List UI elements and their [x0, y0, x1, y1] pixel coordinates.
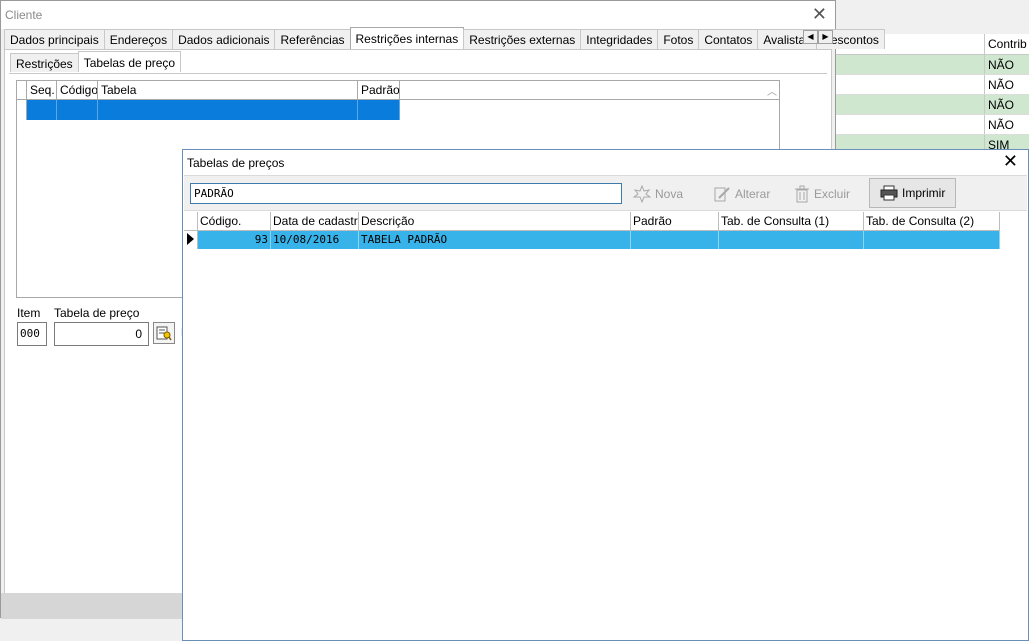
table-row[interactable]: 93 10/08/2016 TABELA PADRÃO [184, 231, 1000, 249]
printer-icon [880, 185, 898, 201]
grid-header: Seq. Código Tabela Padrão [17, 81, 779, 100]
lookup-button[interactable] [153, 322, 175, 344]
tab-fotos[interactable]: Fotos [657, 29, 700, 49]
cell-data-cadastro: 10/08/2016 [271, 231, 359, 249]
tabelas-precos-grid: Código. Data de cadastro Descrição Padrã… [184, 212, 1000, 249]
scroll-up-icon[interactable]: ︿ [767, 83, 777, 98]
cliente-tabs: Dados principais Endereços Dados adicion… [4, 27, 885, 49]
contrib-value: NÃO [984, 95, 1029, 114]
cliente-title: Cliente [5, 8, 43, 22]
table-row[interactable] [17, 100, 779, 120]
tabela-preco-label: Tabela de preço [54, 306, 140, 320]
tabela-preco-field[interactable]: 0 [54, 322, 149, 346]
row-indicator-icon [184, 231, 198, 249]
col-codigo[interactable]: Código. [198, 212, 271, 230]
contrib-value: NÃO [984, 55, 1029, 74]
tab-dados-principais[interactable]: Dados principais [4, 29, 105, 49]
col-tab-consulta-1[interactable]: Tab. de Consulta (1) [719, 212, 864, 230]
close-icon[interactable]: ✕ [812, 4, 827, 25]
search-input[interactable]: PADRÃO [190, 183, 622, 204]
nova-button[interactable]: Nova [633, 182, 683, 206]
tab-dados-adicionais[interactable]: Dados adicionais [172, 29, 276, 49]
dialog-titlebar: Tabelas de preços ✕ [183, 150, 1028, 175]
col-codigo[interactable]: Código [57, 81, 98, 99]
cell-descricao: TABELA PADRÃO [359, 231, 631, 249]
tab-referencias[interactable]: Referências [274, 29, 351, 49]
cell-padrao [631, 231, 719, 249]
excluir-label: Excluir [814, 187, 851, 201]
trash-icon [795, 185, 809, 203]
imprimir-label: Imprimir [902, 186, 946, 200]
grid-header: Código. Data de cadastro Descrição Padrã… [184, 212, 1000, 231]
arrow-right-icon[interactable]: ▶ [818, 30, 833, 44]
background-grid: nal? Contrib NÃO NÃO NÃO NÃO SIM [836, 34, 1029, 155]
background-col2-header[interactable]: Contrib [984, 34, 1029, 54]
background-row[interactable]: NÃO [836, 95, 1029, 115]
contrib-value: NÃO [984, 75, 1029, 94]
cliente-titlebar: Cliente ✕ [1, 1, 835, 29]
tab-enderecos[interactable]: Endereços [103, 29, 174, 49]
background-row[interactable]: NÃO [836, 55, 1029, 75]
background-row[interactable]: NÃO [836, 75, 1029, 95]
edit-icon [714, 187, 730, 202]
tab-restricoes-internas[interactable]: Restrições internas [349, 27, 465, 49]
arrow-left-icon[interactable]: ◀ [803, 30, 818, 44]
tab-integridades[interactable]: Integridades [580, 29, 659, 49]
col-tabela[interactable]: Tabela [98, 81, 358, 99]
subtab-restricoes[interactable]: Restrições [10, 53, 79, 72]
col-data-cadastro[interactable]: Data de cadastro [271, 212, 359, 230]
tabelas-precos-dialog: Tabelas de preços ✕ PADRÃO Nova Alterar [182, 149, 1029, 641]
dialog-toolbar: PADRÃO Nova Alterar Excluir Imprimir [184, 175, 1027, 211]
cell-tab-consulta-2 [864, 231, 1000, 249]
col-descricao[interactable]: Descrição [359, 212, 631, 230]
dialog-title: Tabelas de preços [187, 156, 285, 170]
close-icon[interactable]: ✕ [1003, 151, 1018, 172]
imprimir-button[interactable]: Imprimir [869, 178, 957, 208]
subtabs: Restrições Tabelas de preço [10, 51, 182, 73]
col-tab-consulta-2[interactable]: Tab. de Consulta (2) [864, 212, 1000, 230]
item-field[interactable]: 000 [17, 322, 47, 346]
tab-restricoes-externas[interactable]: Restrições externas [463, 29, 582, 49]
col-padrao[interactable]: Padrão [631, 212, 719, 230]
alterar-label: Alterar [735, 187, 771, 201]
tab-contatos[interactable]: Contatos [698, 29, 759, 49]
excluir-button[interactable]: Excluir [794, 182, 850, 206]
nova-label: Nova [655, 187, 684, 201]
alterar-button[interactable]: Alterar [713, 182, 770, 206]
subtab-tabelas-de-preco[interactable]: Tabelas de preço [77, 51, 182, 72]
new-icon [633, 185, 651, 203]
cell-codigo: 93 [198, 231, 271, 249]
col-padrao[interactable]: Padrão [358, 81, 400, 99]
lookup-icon [156, 326, 172, 341]
tab-scroll-arrows: ◀ ▶ [803, 30, 833, 44]
background-row[interactable]: NÃO [836, 115, 1029, 135]
col-seq[interactable]: Seq. [27, 81, 57, 99]
item-label: Item [17, 306, 41, 320]
cell-tab-consulta-1 [719, 231, 864, 249]
contrib-value: NÃO [984, 115, 1029, 134]
